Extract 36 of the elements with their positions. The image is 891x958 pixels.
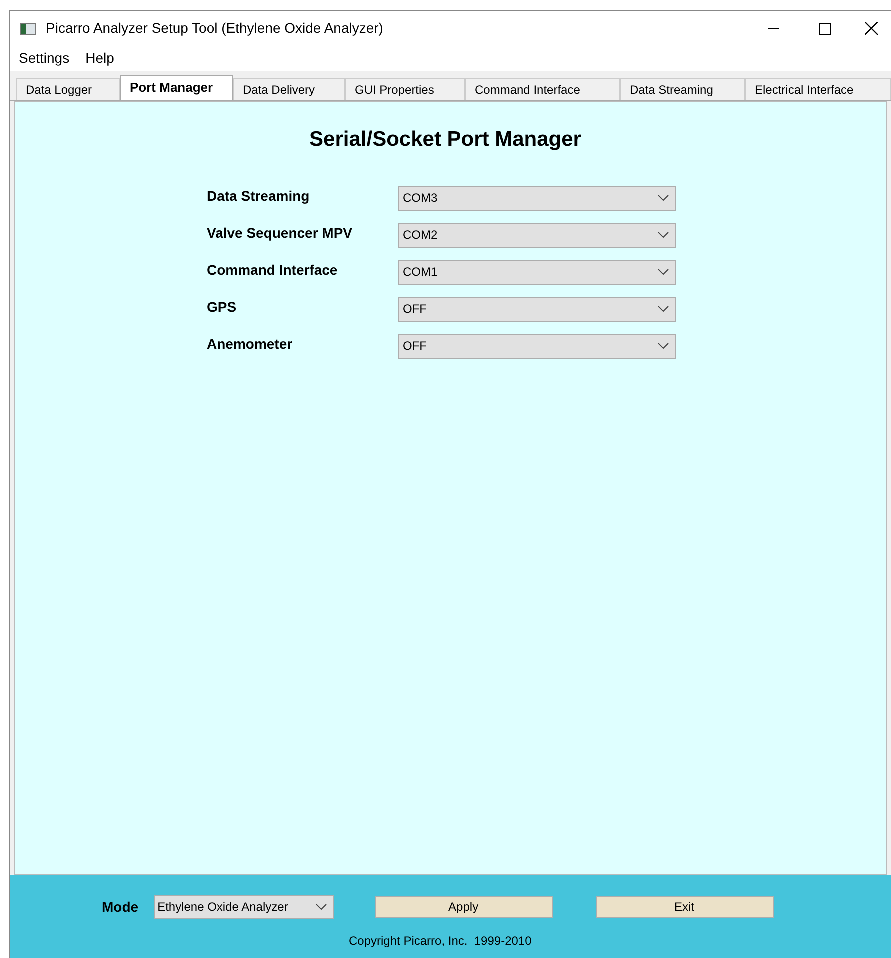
tab[interactable]: GUI Properties <box>345 78 465 100</box>
app-icon <box>20 22 36 34</box>
mode-label: Mode <box>102 898 139 916</box>
exit-button[interactable]: Exit <box>596 896 774 918</box>
port-label: GPS <box>207 298 238 316</box>
port-dropdown[interactable]: COM2 <box>398 222 676 248</box>
minimize-icon <box>768 28 778 29</box>
tab[interactable]: Command Interface <box>465 78 620 100</box>
tab[interactable]: Port Manager <box>120 75 233 100</box>
port-dropdown[interactable]: OFF <box>398 334 676 358</box>
chevron-down-icon <box>316 904 327 910</box>
chevron-down-icon <box>658 232 669 238</box>
port-label: Anemometer <box>207 334 294 354</box>
chevron-down-icon <box>658 195 669 201</box>
window-title: Picarro Analyzer Setup Tool (Ethylene Oxide Analyzer) <box>46 19 384 38</box>
tab[interactable]: Electrical Interface <box>745 78 891 100</box>
maximize-icon <box>819 22 831 34</box>
port-label: Valve Sequencer MPV <box>207 224 354 243</box>
chevron-down-icon <box>658 269 669 275</box>
tab[interactable]: Data Delivery <box>233 78 345 100</box>
mode-dropdown[interactable]: Ethylene Oxide Analyzer <box>154 895 334 919</box>
chevron-down-icon <box>658 343 669 349</box>
menu-item[interactable]: Help <box>78 48 122 69</box>
port-label: Command Interface <box>207 260 339 280</box>
copyright-text: Copyright Picarro, Inc. 1999-2010 <box>349 933 533 950</box>
port-label: Data Streaming <box>207 186 311 206</box>
port-dropdown[interactable]: OFF <box>398 296 676 322</box>
menu-item[interactable]: Settings <box>11 48 78 69</box>
tab[interactable]: Data Streaming <box>620 78 745 100</box>
port-dropdown[interactable]: COM1 <box>398 260 676 284</box>
tab[interactable]: Data Logger <box>16 78 120 100</box>
page-heading: Serial/Socket Port Manager <box>308 127 582 153</box>
chevron-down-icon <box>658 306 669 312</box>
close-icon <box>864 22 878 35</box>
apply-button[interactable]: Apply <box>374 896 553 918</box>
port-dropdown[interactable]: COM3 <box>398 186 676 210</box>
